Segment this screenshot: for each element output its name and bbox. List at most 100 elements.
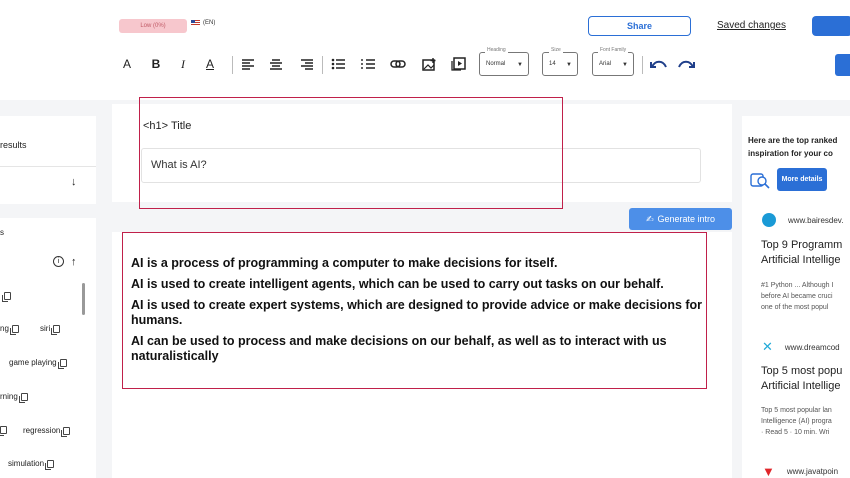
toolbar-divider [642, 56, 643, 74]
chevron-down-icon: ▼ [622, 62, 628, 68]
align-right-icon[interactable] [299, 56, 315, 72]
generate-intro-button[interactable]: ✍ Generate intro [629, 208, 732, 230]
language-label: (EN) [203, 20, 216, 26]
copy-icon [45, 459, 55, 470]
source-url: www.dreamcod [784, 342, 840, 352]
font-family-label: Font Family [598, 47, 629, 53]
keyword-chip[interactable]: rning [0, 392, 28, 403]
numbered-list-icon[interactable] [360, 56, 376, 72]
result-source[interactable]: ▼ www.javatpoin [762, 464, 838, 478]
keyword-chip[interactable]: ng [0, 324, 19, 335]
desc-line: #1 Python ... Although I [761, 282, 834, 289]
desc-line: one of the most popul [761, 304, 829, 311]
bairesdev-logo-icon [762, 213, 776, 227]
top-header [0, 0, 850, 100]
copy-icon [51, 324, 61, 335]
chip-label: ng [0, 324, 9, 333]
chip-label: rning [0, 392, 18, 401]
title-line: Artificial Intellige [761, 380, 841, 392]
desc-line: Top 5 most popular lan [761, 407, 832, 414]
toolbar-divider [232, 56, 233, 74]
result-description: Top 5 most popular lan Intelligence (AI)… [761, 405, 850, 438]
insert-link-icon[interactable] [389, 56, 407, 72]
left-panel-marker: s [0, 228, 4, 237]
chip-label: regression [23, 426, 61, 435]
result-title[interactable]: Top 9 Programm Artificial Intellige [761, 238, 850, 268]
saved-changes-link[interactable]: Saved changes [717, 20, 786, 31]
keyword-chip[interactable]: regression [23, 426, 71, 437]
more-details-button[interactable]: More details [777, 168, 827, 191]
chevron-down-icon: ▼ [566, 62, 572, 68]
heading-label: Heading [485, 47, 508, 53]
primary-action-button[interactable] [812, 16, 850, 36]
keyword-chip[interactable] [0, 426, 7, 436]
size-label: Size [549, 47, 563, 53]
font-family-select[interactable]: Arial ▼ [592, 52, 634, 76]
desc-line: Intelligence (AI) progra [761, 418, 832, 425]
size-select[interactable]: 14 ▼ [542, 52, 578, 76]
right-panel-header: Here are the top ranked inspiration for … [748, 134, 850, 160]
text-color-icon[interactable]: A [203, 56, 217, 72]
generate-intro-label: Generate intro [657, 214, 716, 224]
keyword-chip[interactable]: game playing [9, 358, 67, 369]
status-badge: Low (0%) [119, 19, 187, 33]
scrollbar-thumb[interactable] [82, 283, 85, 315]
header-line: inspiration for your co [748, 149, 833, 158]
toolbar-action-button[interactable] [835, 54, 850, 76]
font-family-value: Arial [599, 61, 612, 67]
font-size-icon[interactable]: A [120, 56, 134, 72]
toolbar-divider [322, 56, 323, 74]
highlight-box-title [139, 97, 563, 209]
left-panel-results [0, 116, 96, 204]
us-flag-icon [191, 20, 200, 26]
results-label: results [0, 140, 27, 150]
copy-icon [61, 426, 71, 437]
left-panel-keywords [0, 218, 96, 478]
keyword-chip[interactable]: simulation [8, 459, 55, 470]
header-line: Here are the top ranked [748, 136, 838, 145]
info-icon[interactable]: i [53, 256, 64, 267]
heading-value: Normal [486, 61, 506, 67]
chip-label: siri [40, 324, 51, 333]
result-description: #1 Python ... Although I before AI becam… [761, 280, 850, 313]
app-root: Low (0%) (EN) Share Saved changes A B I … [0, 0, 850, 478]
copy-icon [57, 358, 67, 369]
bullet-list-icon[interactable] [330, 56, 346, 72]
size-value: 14 [549, 61, 556, 67]
title-line: Top 9 Programm [761, 239, 843, 251]
title-line: Top 5 most popu [761, 365, 843, 377]
keyword-chip[interactable] [2, 292, 11, 302]
result-source[interactable]: www.bairesdev. [762, 213, 843, 227]
chip-label: game playing [9, 358, 57, 367]
undo-icon[interactable] [650, 56, 668, 72]
keyword-chip[interactable]: siri [40, 324, 61, 335]
result-source[interactable]: ✕ www.dreamcod [762, 339, 840, 355]
arrow-down-icon[interactable]: ↓ [71, 176, 77, 188]
italic-icon[interactable]: I [176, 56, 190, 72]
divider [0, 166, 96, 167]
insert-video-icon[interactable] [450, 56, 466, 72]
share-button[interactable]: Share [588, 16, 691, 36]
javatpoint-logo-icon: ▼ [762, 464, 775, 478]
align-center-icon[interactable] [268, 56, 284, 72]
language-selector[interactable]: (EN) [191, 20, 215, 26]
align-left-icon[interactable] [240, 56, 256, 72]
result-title[interactable]: Top 5 most popu Artificial Intellige [761, 364, 850, 394]
copy-icon [9, 324, 19, 335]
desc-line: · Read 5 · 10 min. Wri [761, 429, 830, 436]
arrow-up-icon[interactable]: ↑ [71, 256, 77, 268]
chevron-down-icon: ▼ [517, 62, 523, 68]
desc-line: before AI became cruci [761, 293, 833, 300]
copy-icon [18, 392, 28, 403]
redo-icon[interactable] [677, 56, 695, 72]
insert-image-icon[interactable] [421, 56, 437, 72]
highlight-box-content [122, 232, 707, 389]
copy-icon [2, 292, 11, 302]
chip-label: simulation [8, 459, 45, 468]
source-url: www.javatpoin [786, 467, 839, 476]
dreamcode-logo-icon: ✕ [762, 339, 773, 354]
copy-icon [0, 426, 7, 436]
heading-select[interactable]: Normal ▼ [479, 52, 529, 76]
bold-icon[interactable]: B [149, 56, 163, 72]
search-results-icon [750, 171, 770, 189]
